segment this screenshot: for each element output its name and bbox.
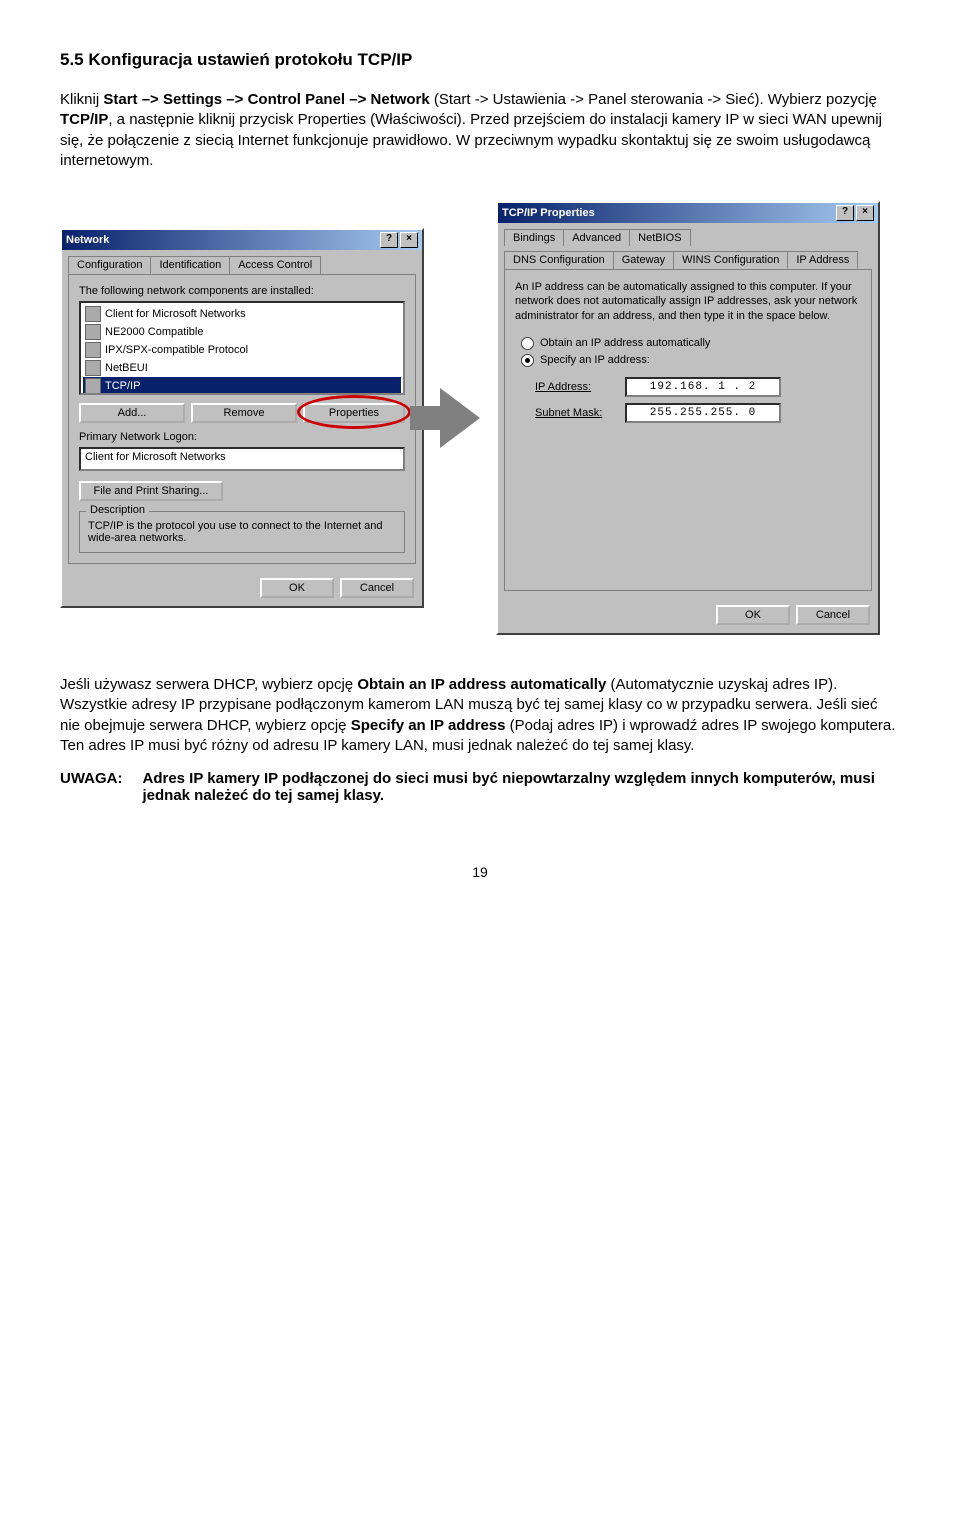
specify-label: Specify an IP address	[351, 717, 506, 734]
description-group: Description TCP/IP is the protocol you u…	[79, 511, 405, 553]
tcpip-titlebar: TCP/IP Properties ? ×	[498, 203, 878, 223]
tcpip-properties-dialog: TCP/IP Properties ? × Bindings Advanced …	[496, 201, 880, 635]
note-label: UWAGA:	[60, 770, 123, 804]
add-button[interactable]: Add...	[79, 403, 185, 423]
ok-button[interactable]: OK	[260, 578, 334, 598]
tcpip-panel: An IP address can be automatically assig…	[504, 269, 872, 591]
obtain-label: Obtain an IP address automatically	[357, 676, 606, 693]
text: Kliknij	[60, 91, 103, 108]
help-icon[interactable]: ?	[380, 232, 398, 248]
figure-row: Network ? × Configuration Identification…	[60, 201, 900, 635]
file-print-sharing-button[interactable]: File and Print Sharing...	[79, 481, 223, 501]
tcpip-tabs-row2: DNS Configuration Gateway WINS Configura…	[504, 251, 872, 269]
list-item-label: NE2000 Compatible	[105, 326, 203, 338]
components-label: The following network components are ins…	[79, 285, 405, 297]
description-text: TCP/IP is the protocol you use to connec…	[88, 520, 396, 544]
arrow-icon	[440, 388, 480, 448]
radio-specify-row[interactable]: Specify an IP address:	[521, 354, 861, 367]
intro-paragraph: Kliknij Start –> Settings –> Control Pan…	[60, 90, 900, 171]
tab-dns[interactable]: DNS Configuration	[504, 251, 614, 269]
radio-specify[interactable]	[521, 354, 534, 367]
protocol-icon	[85, 342, 101, 358]
ip-address-input[interactable]: 192.168. 1 . 2	[625, 377, 781, 397]
network-titlebar: Network ? ×	[62, 230, 422, 250]
tab-ip-address[interactable]: IP Address	[787, 251, 858, 269]
list-item[interactable]: IPX/SPX-compatible Protocol	[83, 341, 401, 359]
tab-wins[interactable]: WINS Configuration	[673, 251, 788, 269]
network-dialog: Network ? × Configuration Identification…	[60, 228, 424, 608]
tab-advanced[interactable]: Advanced	[563, 229, 630, 246]
tab-configuration[interactable]: Configuration	[68, 256, 151, 274]
radio-obtain[interactable]	[521, 337, 534, 350]
list-item[interactable]: Client for Microsoft Networks	[83, 305, 401, 323]
tcpip-tabs-row1: Bindings Advanced NetBIOS	[504, 229, 872, 246]
list-item-label: NetBEUI	[105, 362, 148, 374]
page-number: 19	[60, 864, 900, 880]
primary-logon-label: Primary Network Logon:	[79, 431, 405, 443]
tab-gateway[interactable]: Gateway	[613, 251, 674, 269]
adapter-icon	[85, 324, 101, 340]
radio-obtain-row[interactable]: Obtain an IP address automatically	[521, 337, 861, 350]
tab-bindings[interactable]: Bindings	[504, 229, 564, 246]
dhcp-paragraph: Jeśli używasz serwera DHCP, wybierz opcj…	[60, 675, 900, 756]
text: (Start -> Ustawienia -> Panel sterowania…	[430, 91, 877, 108]
ip-help-text: An IP address can be automatically assig…	[515, 280, 861, 323]
note-text: Adres IP kamery IP podłączonej do sieci …	[143, 770, 901, 804]
tab-identification[interactable]: Identification	[150, 256, 230, 274]
help-icon[interactable]: ?	[836, 205, 854, 221]
tab-netbios[interactable]: NetBIOS	[629, 229, 690, 246]
network-panel: The following network components are ins…	[68, 274, 416, 564]
components-listbox[interactable]: Client for Microsoft Networks NE2000 Com…	[79, 301, 405, 395]
list-item-label: Client for Microsoft Networks	[105, 308, 246, 320]
cancel-button[interactable]: Cancel	[340, 578, 414, 598]
properties-button[interactable]: Properties	[303, 403, 405, 423]
network-tabs: Configuration Identification Access Cont…	[68, 256, 416, 274]
list-item-label: TCP/IP	[105, 380, 140, 392]
radio-obtain-label: Obtain an IP address automatically	[540, 337, 710, 349]
subnet-mask-input[interactable]: 255.255.255. 0	[625, 403, 781, 423]
close-icon[interactable]: ×	[400, 232, 418, 248]
tab-access-control[interactable]: Access Control	[229, 256, 321, 274]
ip-address-label: IP Address:	[535, 381, 625, 393]
protocol-icon	[85, 360, 101, 376]
list-item[interactable]: NetBEUI	[83, 359, 401, 377]
list-item-label: IPX/SPX-compatible Protocol	[105, 344, 248, 356]
list-item-tcpip[interactable]: TCP/IP	[83, 377, 401, 395]
description-legend: Description	[86, 504, 149, 516]
window-title: Network	[66, 234, 109, 246]
client-icon	[85, 306, 101, 322]
list-item[interactable]: NE2000 Compatible	[83, 323, 401, 341]
tcpip-label: TCP/IP	[60, 111, 108, 128]
subnet-mask-label: Subnet Mask:	[535, 407, 625, 419]
note-row: UWAGA: Adres IP kamery IP podłączonej do…	[60, 770, 900, 804]
menu-path: Start –> Settings –> Control Panel –> Ne…	[103, 91, 429, 108]
window-title: TCP/IP Properties	[502, 207, 595, 219]
ok-button[interactable]: OK	[716, 605, 790, 625]
text: Jeśli używasz serwera DHCP, wybierz opcj…	[60, 676, 357, 693]
radio-specify-label: Specify an IP address:	[540, 354, 650, 366]
remove-button[interactable]: Remove	[191, 403, 297, 423]
close-icon[interactable]: ×	[856, 205, 874, 221]
cancel-button[interactable]: Cancel	[796, 605, 870, 625]
primary-logon-select[interactable]: Client for Microsoft Networks	[79, 447, 405, 471]
section-heading: 5.5 Konfiguracja ustawień protokołu TCP/…	[60, 50, 900, 70]
text: , a następnie kliknij przycisk Propertie…	[60, 111, 882, 169]
protocol-icon	[85, 378, 101, 394]
